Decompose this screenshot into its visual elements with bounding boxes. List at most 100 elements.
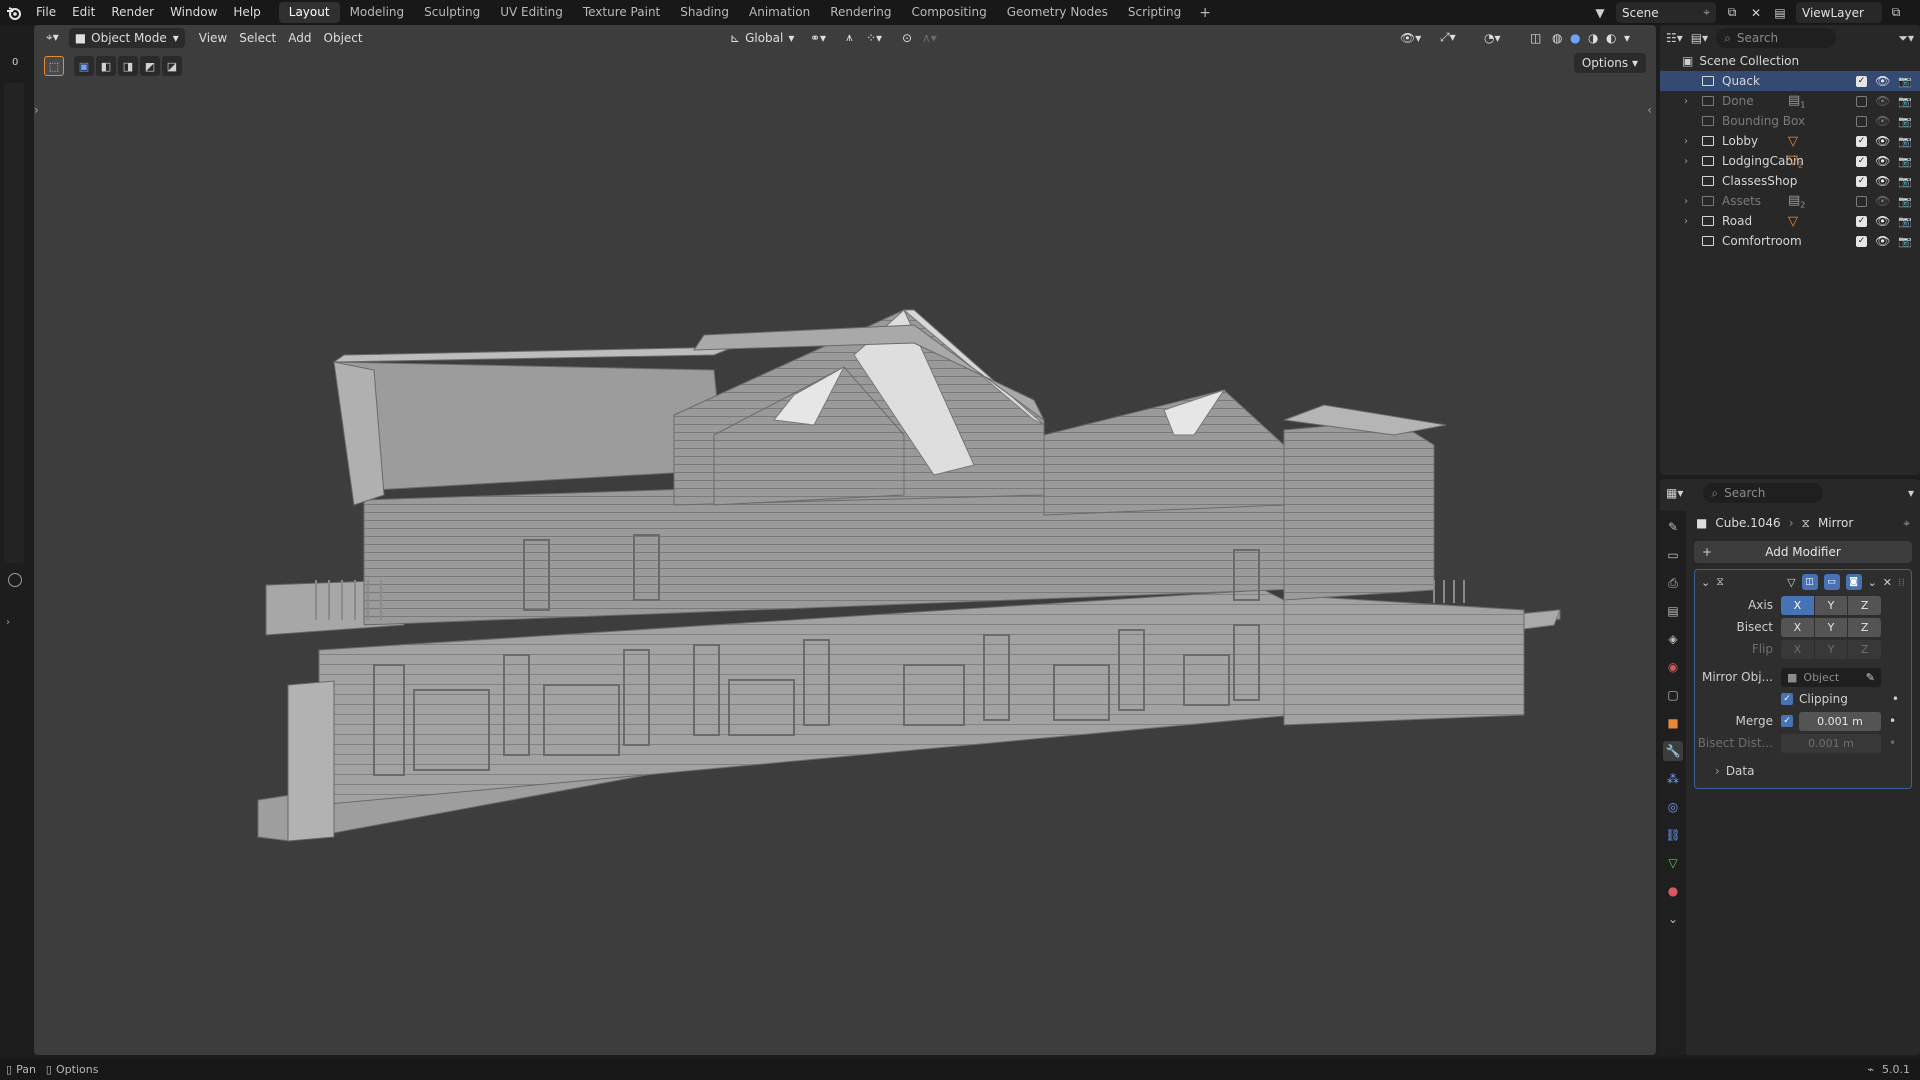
particles-tab-icon[interactable]: ⁂	[1663, 769, 1683, 789]
display-mode-icon[interactable]: ▤▾	[1691, 31, 1708, 45]
flip-x-toggle[interactable]: X	[1781, 639, 1814, 659]
exclude-checkbox[interactable]	[1856, 115, 1868, 127]
keyframe-dot-icon[interactable]: •	[1889, 736, 1896, 750]
bisect-distance-field[interactable]: 0.001 m	[1781, 733, 1881, 753]
expand-chevron-icon[interactable]: ›	[1684, 196, 1688, 207]
outliner-search-input[interactable]: ⌕ Search	[1716, 28, 1837, 48]
exclude-checkbox[interactable]: ✓	[1856, 215, 1868, 227]
collection-tab-icon[interactable]: ▢	[1663, 685, 1683, 705]
tab-compositing[interactable]: Compositing	[901, 2, 996, 23]
delete-scene-icon[interactable]: ✕	[1746, 3, 1766, 22]
tab-layout[interactable]: Layout	[278, 2, 340, 23]
render-toggle-icon[interactable]: ◙	[1845, 574, 1862, 590]
camera-icon[interactable]: 📷	[1898, 195, 1912, 208]
object-tab-icon[interactable]: ■	[1663, 713, 1683, 733]
output-tab-icon[interactable]: ⎙	[1663, 573, 1683, 593]
3d-viewport[interactable]: ⌖▾ ■ Object Mode ▾ View Select Add Objec…	[34, 25, 1656, 1055]
scene-selector-icon[interactable]: ▼	[1590, 3, 1610, 22]
axis-y-toggle[interactable]: Y	[1814, 595, 1848, 615]
cage-toggle-icon[interactable]: ◫	[1801, 574, 1818, 590]
edit-mode-toggle-icon[interactable]: ▽	[1787, 576, 1795, 589]
eye-icon[interactable]: 👁	[1875, 94, 1890, 108]
outliner-row[interactable]: Comfortroom ✓ 👁 📷	[1660, 231, 1920, 251]
pin-icon[interactable]: ⌖	[1703, 5, 1710, 20]
filter-icon[interactable]: ⏷▾	[1898, 31, 1914, 46]
menu-window[interactable]: Window	[162, 0, 225, 25]
camera-icon[interactable]: 📷	[1898, 75, 1912, 88]
playback-icon[interactable]	[8, 573, 22, 587]
menu-help[interactable]: Help	[225, 0, 268, 25]
exclude-checkbox[interactable]: ✓	[1856, 155, 1868, 167]
eye-icon[interactable]: 👁	[1875, 214, 1890, 228]
eye-icon[interactable]: 👁	[1875, 194, 1890, 208]
chevron-down-icon[interactable]: ⌄	[1701, 576, 1710, 589]
camera-icon[interactable]: 📷	[1898, 235, 1912, 248]
drag-handle-icon[interactable]: ⁞⁞	[1898, 576, 1905, 589]
eye-icon[interactable]: 👁	[1875, 234, 1890, 248]
outliner-row[interactable]: › Lobby ▽ ✓ 👁 📷	[1660, 131, 1920, 151]
exclude-checkbox[interactable]	[1856, 195, 1868, 207]
exclude-checkbox[interactable]: ✓	[1856, 75, 1868, 87]
render-tab-icon[interactable]: ▭	[1663, 545, 1683, 565]
chevron-down-icon[interactable]: ▾	[1908, 486, 1914, 500]
bisect-x-toggle[interactable]: X	[1781, 617, 1814, 637]
expand-left-icon[interactable]: ›	[6, 617, 10, 628]
outliner-row[interactable]: › Road ▽ ✓ 👁 📷	[1660, 211, 1920, 231]
merge-distance-field[interactable]: 0.001 m	[1799, 711, 1881, 731]
cabin-3d-model[interactable]	[34, 25, 1656, 1055]
clipping-checkbox[interactable]: ✓	[1781, 693, 1793, 705]
properties-search-input[interactable]: ⌕ Search	[1703, 483, 1824, 503]
data-subpanel-header[interactable]: › Data	[1695, 760, 1911, 782]
keyframe-dot-icon[interactable]: •	[1892, 692, 1899, 706]
flip-y-toggle[interactable]: Y	[1814, 639, 1848, 659]
world-tab-icon[interactable]: ◉	[1663, 657, 1683, 677]
camera-icon[interactable]: 📷	[1898, 115, 1912, 128]
camera-icon[interactable]: 📷	[1898, 135, 1912, 148]
tab-rendering[interactable]: Rendering	[820, 2, 901, 23]
tab-sculpting[interactable]: Sculpting	[414, 2, 490, 23]
new-view-layer-icon[interactable]: ⧉	[1886, 3, 1906, 22]
viewport-toggle-icon[interactable]: ▭	[1823, 574, 1840, 590]
tab-scripting[interactable]: Scripting	[1118, 2, 1191, 23]
eye-icon[interactable]: 👁	[1875, 134, 1890, 148]
view-layer-icon[interactable]: ▤	[1770, 3, 1790, 22]
camera-icon[interactable]: 📷	[1898, 175, 1912, 188]
eye-icon[interactable]: 👁	[1875, 174, 1890, 188]
camera-icon[interactable]: 📷	[1898, 215, 1912, 228]
menu-render[interactable]: Render	[103, 0, 162, 25]
data-tab-icon[interactable]: ▽	[1663, 853, 1683, 873]
modifier-tab-icon[interactable]: 🔧	[1663, 741, 1683, 761]
scene-tab-icon[interactable]: ◈	[1663, 629, 1683, 649]
tab-uv-editing[interactable]: UV Editing	[490, 2, 573, 23]
eye-icon[interactable]: 👁	[1875, 154, 1890, 168]
exclude-checkbox[interactable]: ✓	[1856, 175, 1868, 187]
view-layer-field[interactable]: ViewLayer	[1796, 2, 1882, 23]
tab-shading[interactable]: Shading	[670, 2, 739, 23]
axis-x-toggle[interactable]: X	[1781, 595, 1814, 615]
outliner-editor-type-icon[interactable]: ☷▾	[1666, 31, 1683, 45]
outliner-row[interactable]: › Assets ▤2 👁 📷	[1660, 191, 1920, 211]
expand-chevron-icon[interactable]: ›	[1684, 156, 1688, 167]
bisect-z-toggle[interactable]: Z	[1848, 617, 1882, 637]
add-workspace-button[interactable]: +	[1191, 5, 1219, 21]
camera-icon[interactable]: 📷	[1898, 155, 1912, 168]
mirror-object-field[interactable]: ■ Object ✎	[1781, 667, 1881, 687]
add-modifier-button[interactable]: + Add Modifier	[1694, 541, 1912, 563]
scene-collection-row[interactable]: ▣ Scene Collection	[1660, 51, 1920, 71]
new-scene-icon[interactable]: ⧉	[1722, 3, 1742, 22]
menu-file[interactable]: File	[28, 0, 64, 25]
tool-tab-icon[interactable]: ✎	[1663, 517, 1683, 537]
blender-logo-icon[interactable]	[0, 0, 28, 25]
outliner-row[interactable]: › Done ▤1 👁 📷	[1660, 91, 1920, 111]
physics-tab-icon[interactable]: ◎	[1663, 797, 1683, 817]
camera-icon[interactable]: 📷	[1898, 95, 1912, 108]
menu-edit[interactable]: Edit	[64, 0, 103, 25]
scene-field[interactable]: Scene ⌖	[1616, 2, 1716, 23]
tab-texture-paint[interactable]: Texture Paint	[573, 2, 670, 23]
eye-icon[interactable]: 👁	[1875, 74, 1890, 88]
keyframe-dot-icon[interactable]: •	[1889, 714, 1896, 728]
merge-checkbox[interactable]: ✓	[1781, 715, 1793, 727]
expand-chevron-icon[interactable]: ›	[1684, 216, 1688, 227]
outliner-row[interactable]: Quack ✓ 👁 📷	[1660, 71, 1920, 91]
modifier-menu-icon[interactable]: ⌄	[1868, 576, 1877, 589]
